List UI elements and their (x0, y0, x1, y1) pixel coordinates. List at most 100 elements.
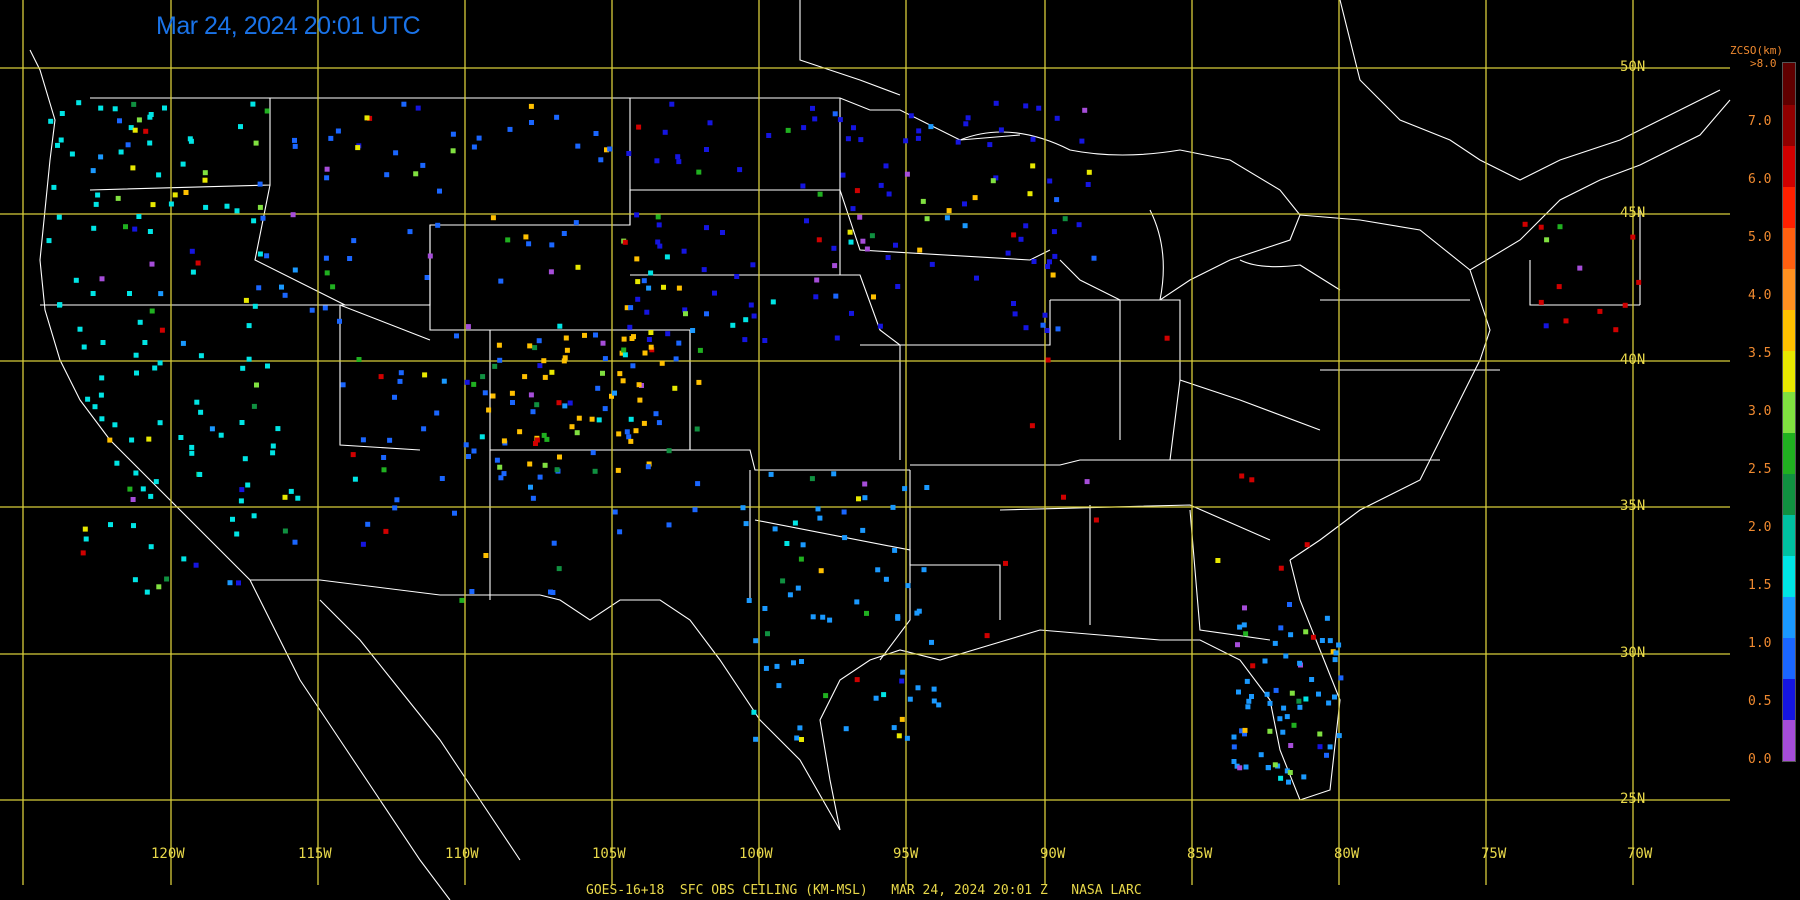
station-marker (1246, 698, 1252, 704)
station-marker (351, 238, 357, 244)
station-marker (1557, 224, 1563, 230)
station-marker (1245, 704, 1251, 710)
station-marker (1244, 678, 1250, 684)
lon-label: 70W (1627, 846, 1653, 862)
station-marker (238, 124, 243, 130)
station-marker (1242, 727, 1248, 733)
station-marker (892, 547, 898, 553)
station-marker (239, 420, 245, 425)
station-marker (701, 267, 707, 273)
station-marker (118, 149, 124, 155)
station-marker (748, 302, 754, 308)
station-marker (420, 162, 426, 168)
station-marker (57, 302, 62, 308)
station-marker (768, 471, 774, 477)
station-marker (51, 184, 57, 190)
station-marker (144, 589, 150, 595)
station-marker (147, 140, 153, 146)
station-marker (1538, 224, 1544, 230)
station-marker (648, 270, 654, 276)
station-marker (904, 171, 910, 177)
station-marker (962, 223, 968, 229)
station-marker (251, 513, 257, 519)
station-marker (234, 208, 240, 214)
station-marker (486, 407, 492, 413)
station-marker (434, 410, 440, 416)
station-marker (82, 526, 88, 532)
station-marker (1310, 634, 1316, 640)
station-marker (1317, 744, 1323, 750)
station-marker (883, 163, 889, 169)
station-marker (146, 436, 152, 442)
station-marker (831, 471, 837, 477)
colorbar-top-label: >8.0 (1750, 57, 1777, 70)
lat-label: 45N (1620, 205, 1646, 221)
station-marker (392, 394, 397, 400)
station-marker (81, 344, 87, 350)
station-marker (965, 115, 971, 121)
station-marker (340, 382, 346, 388)
station-marker (905, 583, 911, 589)
station-marker (626, 151, 632, 156)
station-marker (626, 434, 632, 440)
station-marker (202, 170, 208, 176)
station-marker (1005, 250, 1011, 256)
station-marker (501, 471, 507, 477)
station-marker (827, 617, 833, 623)
station-marker (1630, 234, 1636, 240)
station-marker (883, 576, 889, 582)
station-marker (91, 225, 97, 231)
station-marker (931, 686, 937, 692)
station-marker (381, 467, 387, 473)
station-marker (168, 201, 174, 207)
station-marker (1023, 325, 1029, 331)
station-marker (322, 305, 328, 311)
station-marker (1297, 660, 1303, 666)
station-marker (928, 124, 934, 130)
station-marker (972, 195, 978, 201)
station-marker (537, 474, 543, 480)
station-marker (501, 438, 507, 444)
station-marker (1036, 105, 1042, 111)
station-marker (907, 696, 913, 702)
station-marker (774, 663, 780, 669)
station-marker (136, 117, 142, 123)
station-marker (595, 385, 601, 391)
station-marker (188, 138, 194, 144)
station-marker (246, 323, 252, 329)
station-marker (642, 350, 648, 356)
station-marker (1042, 312, 1048, 318)
station-marker (1597, 308, 1603, 314)
station-marker (740, 505, 746, 511)
station-marker (648, 344, 654, 350)
station-marker (441, 378, 447, 384)
station-marker (522, 374, 528, 380)
colorbar-segment (1783, 637, 1795, 680)
station-marker (383, 528, 389, 534)
station-marker (833, 293, 839, 299)
station-marker (264, 253, 270, 259)
station-marker (676, 340, 682, 346)
colorbar-segment (1783, 555, 1795, 598)
station-marker (628, 305, 634, 311)
station-marker (148, 544, 154, 550)
station-marker (378, 374, 384, 380)
station-marker (798, 556, 804, 562)
station-marker (616, 431, 622, 437)
station-marker (1237, 765, 1243, 771)
station-marker (1050, 272, 1056, 278)
station-marker (730, 322, 736, 328)
station-marker (864, 610, 869, 616)
station-marker (1544, 237, 1550, 243)
station-marker (1061, 494, 1066, 500)
station-marker (1082, 107, 1088, 113)
station-marker (665, 331, 671, 337)
station-marker (260, 215, 266, 221)
station-marker (142, 340, 148, 345)
station-marker (83, 536, 89, 542)
station-marker (899, 716, 905, 722)
station-marker (490, 393, 496, 399)
station-marker (743, 521, 749, 527)
station-marker (974, 275, 979, 281)
station-marker (183, 190, 189, 195)
